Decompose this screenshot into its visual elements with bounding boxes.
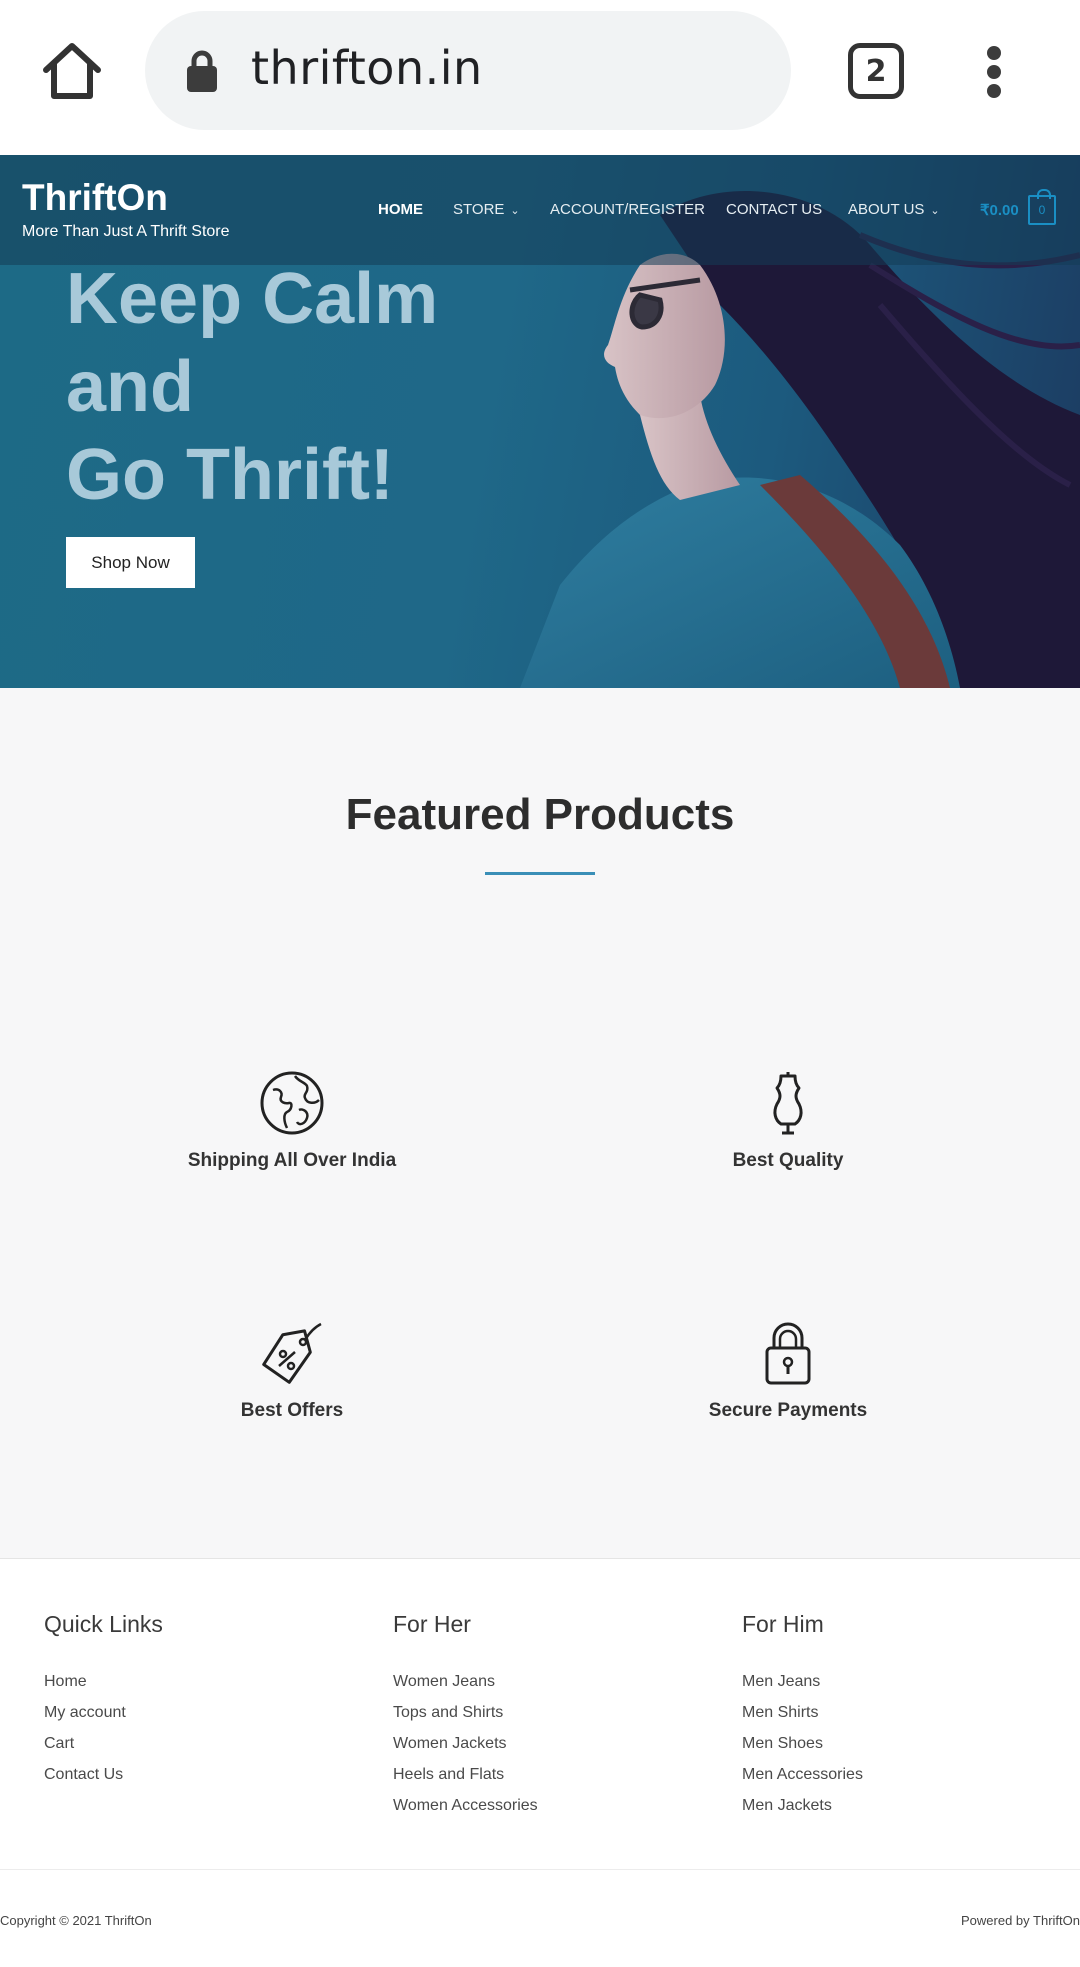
footer-link[interactable]: Men Shirts [742, 1697, 1062, 1728]
url-text[interactable]: thrifton.in [251, 41, 483, 95]
overflow-menu-icon[interactable] [980, 40, 1012, 104]
nav-item-home[interactable]: HOME [378, 201, 423, 218]
feature-quality: Best Quality [518, 1070, 1058, 1172]
featured-products-title: Featured Products [345, 790, 735, 839]
hero-headline-line: Keep Calm [66, 259, 439, 339]
powered-by-text: Powered by ThriftOn [961, 1913, 1080, 1928]
footer-link[interactable]: Home [44, 1666, 364, 1697]
cart-bag-icon[interactable]: 0 [1028, 189, 1056, 225]
footer-link[interactable]: Men Jeans [742, 1666, 1062, 1697]
hero-banner: ThriftOn More Than Just A Thrift Store H… [0, 155, 1080, 688]
feature-secure-payments: Secure Payments [518, 1320, 1058, 1422]
footer-link[interactable]: Cart [44, 1728, 364, 1759]
feature-label: Best Quality [732, 1150, 844, 1171]
nav-item-about-us[interactable]: ABOUT US ⌄ [848, 201, 940, 218]
features-section: Featured Products Shipping All Over Indi… [0, 688, 1080, 1558]
home-icon[interactable] [40, 40, 104, 104]
footer-column-quick-links: Quick Links Home My account Cart Contact… [44, 1611, 364, 1790]
title-underline [485, 872, 595, 875]
footer-link[interactable]: Tops and Shirts [393, 1697, 713, 1728]
feature-label: Shipping All Over India [187, 1150, 397, 1171]
footer-link[interactable]: Men Shoes [742, 1728, 1062, 1759]
footer-column-for-him: For Him Men Jeans Men Shirts Men Shoes M… [742, 1611, 1062, 1821]
padlock-icon [765, 1322, 811, 1385]
footer-link[interactable]: Women Jackets [393, 1728, 713, 1759]
footer-link[interactable]: Women Accessories [393, 1790, 713, 1821]
footer-link[interactable]: Contact Us [44, 1759, 364, 1790]
hero-headline: Keep Calm and Go Thrift! [66, 255, 546, 519]
chevron-down-icon: ⌄ [510, 205, 520, 217]
footer-link[interactable]: Men Accessories [742, 1759, 1062, 1790]
nav-item-account-register[interactable]: ACCOUNT/REGISTER [550, 201, 705, 218]
footer-heading: For Him [742, 1611, 824, 1637]
nav-item-about-us-label: ABOUT US [848, 201, 925, 218]
main-navigation: HOME STORE ⌄ ACCOUNT/REGISTER CONTACT US … [0, 201, 1080, 223]
globe-icon [260, 1071, 324, 1135]
lock-icon [187, 50, 217, 92]
footer-heading: For Her [393, 1611, 471, 1637]
feature-label: Secure Payments [708, 1400, 868, 1421]
feature-shipping: Shipping All Over India [22, 1070, 562, 1172]
site-footer: Quick Links Home My account Cart Contact… [0, 1558, 1080, 1967]
browser-toolbar: thrifton.in 2 [0, 0, 1080, 155]
address-bar[interactable]: thrifton.in [145, 11, 791, 130]
footer-link[interactable]: Men Jackets [742, 1790, 1062, 1821]
footer-link[interactable]: Heels and Flats [393, 1759, 713, 1790]
chevron-down-icon: ⌄ [930, 205, 940, 217]
shop-now-button[interactable]: Shop Now [66, 537, 195, 588]
dress-form-icon [773, 1072, 803, 1135]
site-header: ThriftOn More Than Just A Thrift Store H… [0, 155, 1080, 265]
footer-link[interactable]: Women Jeans [393, 1666, 713, 1697]
cart-total[interactable]: ₹0.00 [980, 201, 1019, 219]
tab-switcher-button[interactable]: 2 [848, 43, 904, 99]
footer-column-for-her: For Her Women Jeans Tops and Shirts Wome… [393, 1611, 713, 1821]
nav-item-contact-us[interactable]: CONTACT US [726, 201, 822, 218]
hero-headline-line: and [66, 347, 195, 427]
price-tag-icon [262, 1322, 322, 1384]
hero-headline-line: Go Thrift! [66, 435, 394, 515]
footer-heading: Quick Links [44, 1611, 163, 1637]
site-tagline: More Than Just A Thrift Store [22, 223, 230, 240]
copyright-text: Copyright © 2021 ThriftOn [0, 1913, 152, 1928]
nav-item-store-label: STORE [453, 201, 505, 218]
footer-divider [0, 1869, 1080, 1870]
nav-item-store[interactable]: STORE ⌄ [453, 201, 520, 218]
footer-link[interactable]: My account [44, 1697, 364, 1728]
feature-offers: Best Offers [22, 1320, 562, 1422]
feature-label: Best Offers [240, 1400, 344, 1421]
